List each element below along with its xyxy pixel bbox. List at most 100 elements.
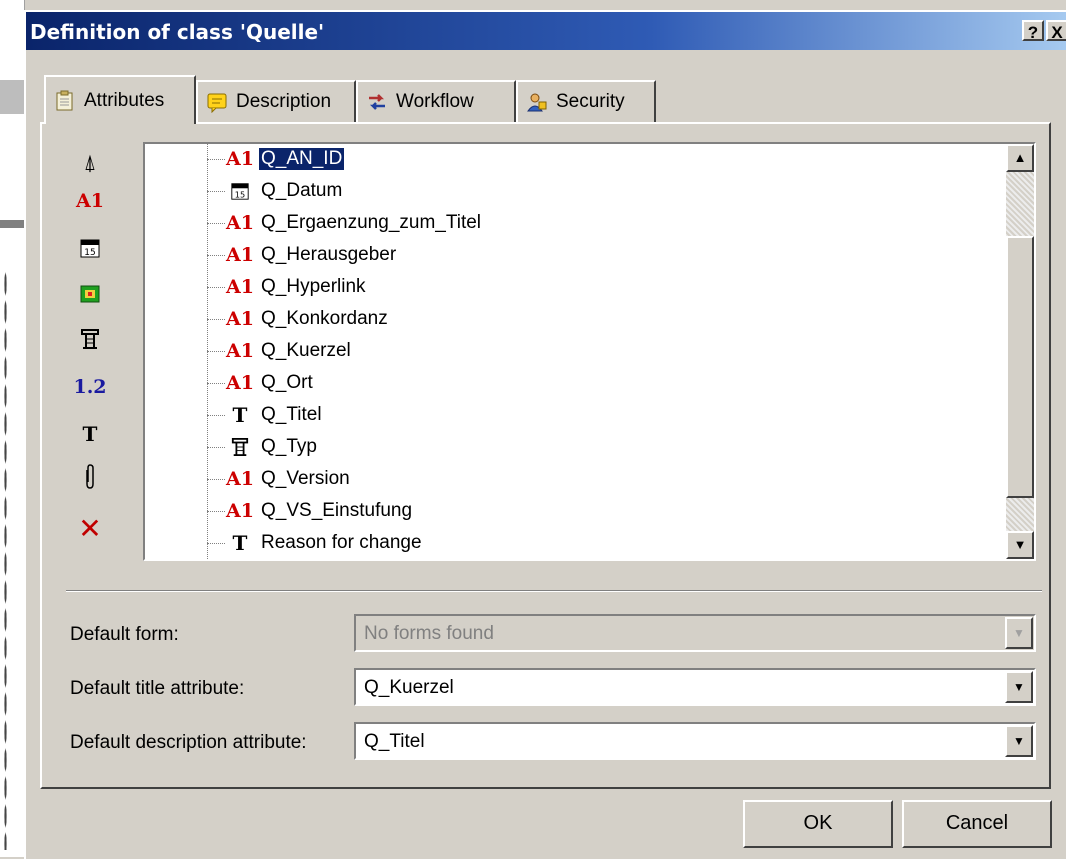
tree-row-q-ergaenzung[interactable]: A1 Q_Ergaenzung_zum_Titel <box>207 208 483 238</box>
background-ruler-dots <box>4 270 7 850</box>
tree-row-q-datum[interactable]: 15 Q_Datum <box>207 176 344 206</box>
background-band <box>0 80 24 114</box>
attachment-icon <box>83 464 97 496</box>
tab-attributes[interactable]: Attributes <box>44 75 196 124</box>
default-form-label: Default form: <box>70 624 179 645</box>
default-title-label: Default title attribute: <box>70 678 245 699</box>
text-attribute-icon: A1 <box>226 340 254 362</box>
tree-row-q-konkordanz[interactable]: A1 Q_Konkordanz <box>207 304 390 334</box>
security-icon <box>526 91 548 113</box>
tab-attributes-label: Attributes <box>84 89 165 111</box>
toolbar-text-attribute[interactable]: A1 <box>70 190 110 213</box>
list-attribute-icon <box>80 328 100 356</box>
class-definition-dialog: Definition of class 'Quelle' ? X Attribu… <box>24 10 1066 859</box>
text-attribute-icon: A1 <box>226 308 254 330</box>
tree-row-q-an-id[interactable]: A1 Q_AN_ID <box>207 144 346 174</box>
toolbar-person[interactable]: ⍋ <box>70 150 110 176</box>
tree-scrollbar[interactable]: ▲ ▼ <box>1006 144 1034 559</box>
tree-row-q-titel[interactable]: T Q_Titel <box>207 400 324 430</box>
tree-row-label: Q_AN_ID <box>257 147 346 171</box>
toolbar-image-attribute[interactable] <box>70 284 110 310</box>
cancel-button[interactable]: Cancel <box>902 800 1052 848</box>
text-attribute-icon: A1 <box>226 244 254 266</box>
tree-row-q-kuerzel[interactable]: A1 Q_Kuerzel <box>207 336 353 366</box>
tree-row-label: Q_Ort <box>261 372 313 393</box>
text-attribute-icon: A1 <box>226 276 254 298</box>
text-attribute-icon: A1 <box>226 500 254 522</box>
scroll-down-button[interactable]: ▼ <box>1006 531 1034 559</box>
default-form-value: No forms found <box>364 623 494 644</box>
tab-security-label: Security <box>556 91 625 112</box>
toolbar-delete[interactable]: ✕ <box>70 512 110 545</box>
close-button[interactable]: X <box>1046 20 1066 42</box>
default-title-value: Q_Kuerzel <box>364 677 454 698</box>
default-description-value: Q_Titel <box>364 731 425 752</box>
text-attribute-icon: A1 <box>226 148 254 170</box>
background-divider <box>0 220 24 228</box>
memo-attribute-icon: T <box>82 422 98 446</box>
help-button[interactable]: ? <box>1022 20 1044 42</box>
note-icon <box>206 91 228 114</box>
list-attribute-icon <box>227 435 253 459</box>
chevron-down-icon: ▼ <box>1005 617 1033 649</box>
chevron-down-icon[interactable]: ▼ <box>1005 725 1033 757</box>
tree-row-label: Q_Ergaenzung_zum_Titel <box>261 212 482 233</box>
toolbar-memo-attribute[interactable]: T <box>70 422 110 447</box>
text-attribute-icon: A1 <box>226 372 254 394</box>
date-attribute-icon: 15 <box>79 237 101 265</box>
tree-row-label: Q_Datum <box>261 180 343 201</box>
tree-row-label: Q_Herausgeber <box>261 244 397 265</box>
memo-attribute-icon: T <box>232 531 248 555</box>
image-attribute-icon <box>80 284 100 310</box>
tree-row-q-version[interactable]: A1 Q_Version <box>207 464 352 494</box>
chevron-down-icon[interactable]: ▼ <box>1005 671 1033 703</box>
date-attribute-icon: 15 <box>227 179 253 203</box>
tree-row-label: Q_VS_Einstufung <box>261 500 413 521</box>
tree-row-q-typ[interactable]: Q_Typ <box>207 432 319 462</box>
tree-row-label: Q_Version <box>261 468 350 489</box>
tab-workflow-label: Workflow <box>396 91 474 112</box>
background-window-edge <box>0 0 25 857</box>
scroll-up-button[interactable]: ▲ <box>1006 144 1034 172</box>
tree-row-label: Q_Typ <box>261 436 317 457</box>
toolbar-attachment[interactable] <box>70 464 110 496</box>
ok-button[interactable]: OK <box>743 800 893 848</box>
person-icon: ⍋ <box>83 150 97 175</box>
scroll-thumb[interactable] <box>1006 236 1034 498</box>
svg-text:15: 15 <box>235 189 245 199</box>
tree-row-reason-for-change[interactable]: T Reason for change <box>207 528 424 558</box>
default-title-select[interactable]: Q_Kuerzel ▼ <box>354 668 1036 706</box>
default-description-label: Default description attribute: <box>70 732 307 753</box>
toolbar-date-attribute[interactable]: 15 <box>70 237 110 265</box>
tree-row-label: Reason for change <box>261 532 422 553</box>
dialog-title: Definition of class 'Quelle' <box>30 20 325 44</box>
toolbar-list-attribute[interactable] <box>70 328 110 356</box>
toolbar-number-attribute[interactable]: 1.2 <box>70 376 110 399</box>
tree-row-q-ort[interactable]: A1 Q_Ort <box>207 368 315 398</box>
svg-text:15: 15 <box>84 248 95 258</box>
tab-description-label: Description <box>236 91 332 112</box>
tab-security[interactable]: Security <box>516 80 656 122</box>
clipboard-icon <box>54 90 76 112</box>
default-form-select: No forms found ▼ <box>354 614 1036 652</box>
memo-attribute-icon: T <box>232 403 248 427</box>
attribute-tree[interactable]: A1 Q_AN_ID 15 Q_Datum A1 Q_Ergaenzung_zu… <box>143 142 1036 561</box>
tree-row-label: Q_Hyperlink <box>261 276 366 297</box>
tree-row-q-vs-einstufung[interactable]: A1 Q_VS_Einstufung <box>207 496 414 526</box>
tree-row-q-herausgeber[interactable]: A1 Q_Herausgeber <box>207 240 398 270</box>
dialog-titlebar[interactable]: Definition of class 'Quelle' ? X <box>26 12 1066 50</box>
text-attribute-icon: A1 <box>226 212 254 234</box>
text-attribute-icon: A1 <box>76 190 104 212</box>
tree-row-q-hyperlink[interactable]: A1 Q_Hyperlink <box>207 272 368 302</box>
workflow-icon <box>366 91 388 113</box>
text-attribute-icon: A1 <box>226 468 254 490</box>
tab-workflow[interactable]: Workflow <box>356 80 516 122</box>
number-attribute-icon: 1.2 <box>73 376 107 398</box>
tree-row-label: Q_Konkordanz <box>261 308 388 329</box>
default-description-select[interactable]: Q_Titel ▼ <box>354 722 1036 760</box>
tree-row-label: Q_Titel <box>261 404 322 425</box>
tab-description[interactable]: Description <box>196 80 356 122</box>
separator <box>66 590 1042 592</box>
tree-row-label: Q_Kuerzel <box>261 340 351 361</box>
delete-icon: ✕ <box>78 513 102 544</box>
